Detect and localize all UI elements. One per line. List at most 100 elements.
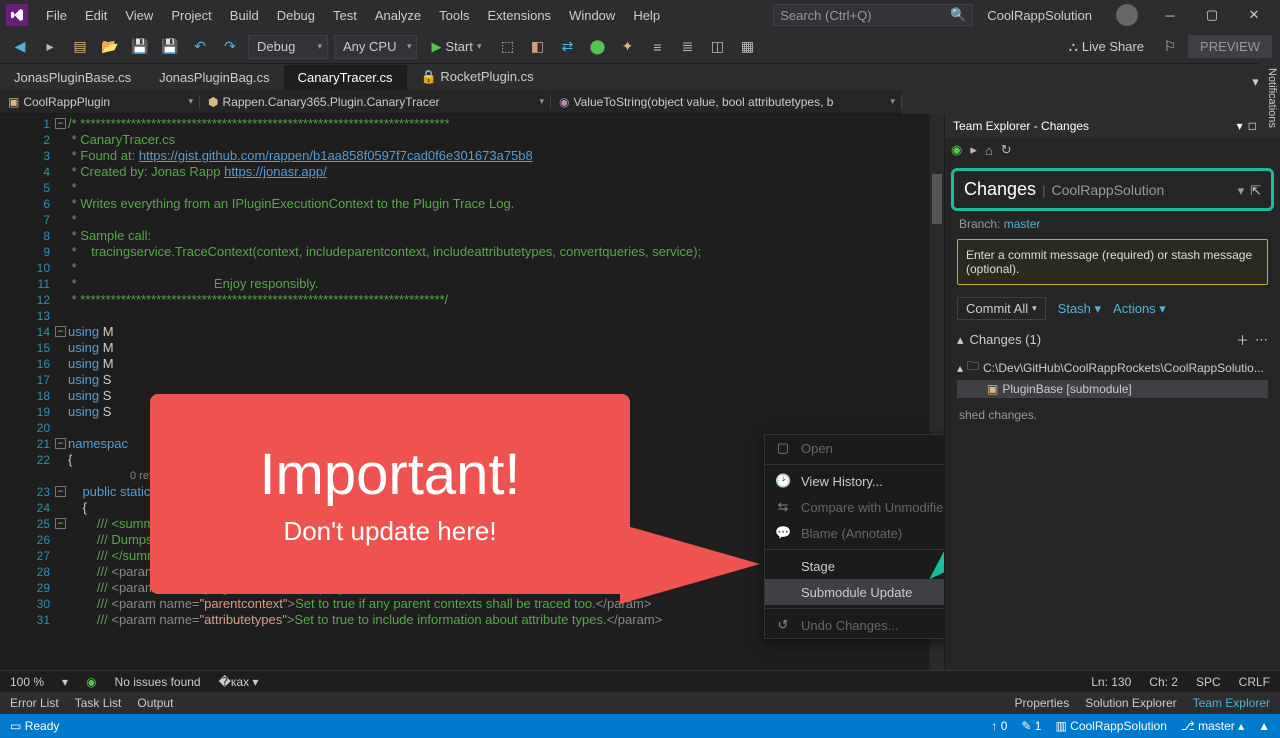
tab-properties[interactable]: Properties <box>1015 696 1070 710</box>
menu-view[interactable]: View <box>117 4 161 27</box>
stage-all-icon[interactable]: ＋ <box>1236 330 1249 349</box>
editor-status-bar: 100 %▾ ◉No issues found �ках ▾ Ln: 130 C… <box>0 670 1280 692</box>
tab-jonaspluginbase[interactable]: JonasPluginBase.cs <box>0 65 145 90</box>
open-icon: ▢ <box>775 440 791 456</box>
pin-icon[interactable]: ▾ <box>1237 119 1243 133</box>
nav-project[interactable]: ▣CoolRappPlugin <box>0 95 200 109</box>
search-input[interactable]: Search (Ctrl+Q)🔍 <box>773 4 973 26</box>
window-icon[interactable]: □ <box>1249 119 1256 133</box>
platform-dropdown[interactable]: Any CPU <box>334 35 417 59</box>
changes-header[interactable]: Changes|CoolRappSolution ▾ ⇱ <box>951 168 1274 211</box>
solution-name: CoolRappSolution <box>987 8 1092 23</box>
tab-output[interactable]: Output <box>137 696 173 710</box>
back-icon[interactable]: ◉ <box>951 142 962 158</box>
menu-edit[interactable]: Edit <box>77 4 115 27</box>
ctx-open: ▢Open <box>765 435 944 461</box>
undo-changes-icon: ↺ <box>775 617 791 633</box>
module-icon: ▣ <box>987 382 998 396</box>
actions-link[interactable]: Actions ▾ <box>1113 301 1166 317</box>
feedback-icon[interactable]: ⚐ <box>1158 35 1182 59</box>
add-count[interactable]: ↑ 0 <box>991 719 1007 733</box>
tab-error-list[interactable]: Error List <box>10 696 59 710</box>
code-editor[interactable]: 1−/* ***********************************… <box>0 114 944 670</box>
new-project-icon[interactable]: ▤ <box>68 35 92 59</box>
start-button[interactable]: ▶Start▾ <box>423 35 489 59</box>
live-share-button[interactable]: ⛬Live Share <box>1061 39 1152 55</box>
ctx-stage[interactable]: Stage <box>765 553 944 579</box>
ctx-undo: ↺Undo Changes... <box>765 612 944 638</box>
nav-back-icon[interactable]: ◀ <box>8 35 32 59</box>
stash-link[interactable]: Stash ▾ <box>1058 301 1101 317</box>
history-icon: 🕑 <box>775 473 791 489</box>
menu-build[interactable]: Build <box>222 4 267 27</box>
menu-file[interactable]: File <box>38 4 75 27</box>
popout-icon[interactable]: ⇱ <box>1250 183 1261 199</box>
maximize-button[interactable]: ▢ <box>1192 1 1232 29</box>
commit-all-button[interactable]: Commit All▾ <box>957 297 1046 320</box>
nav-class[interactable]: ⬢Rappen.Canary365.Plugin.CanaryTracer <box>200 95 551 109</box>
search-icon: 🔍 <box>950 7 966 23</box>
undo-icon[interactable]: ↶ <box>188 35 212 59</box>
tb-icon-1[interactable]: ⬚ <box>495 35 519 59</box>
tab-rocketplugin[interactable]: 🔒 RocketPlugin.cs <box>407 64 548 90</box>
tab-team-explorer[interactable]: Team Explorer <box>1193 696 1270 710</box>
menu-test[interactable]: Test <box>325 4 365 27</box>
save-all-icon[interactable]: 💾 <box>158 35 182 59</box>
menu-help[interactable]: Help <box>625 4 668 27</box>
branch-link[interactable]: master <box>1004 217 1041 231</box>
menu-bar: File Edit View Project Build Debug Test … <box>0 0 1280 30</box>
tb-icon-8[interactable]: ◫ <box>705 35 729 59</box>
menu-tools[interactable]: Tools <box>431 4 477 27</box>
menu-debug[interactable]: Debug <box>269 4 323 27</box>
tree-root[interactable]: ▴🗀C:\Dev\GitHub\CoolRappRockets\CoolRapp… <box>957 355 1268 380</box>
line-col: Ln: 130 <box>1091 675 1131 689</box>
close-button[interactable]: ✕ <box>1234 1 1274 29</box>
collapse-icon: ▴ <box>957 332 964 348</box>
save-icon[interactable]: 💾 <box>128 35 152 59</box>
menu-analyze[interactable]: Analyze <box>367 4 429 27</box>
fwd-icon[interactable]: ▸ <box>970 142 977 158</box>
tb-icon-5[interactable]: ✦ <box>615 35 639 59</box>
minimize-button[interactable]: ─ <box>1150 1 1190 29</box>
menu-extensions[interactable]: Extensions <box>479 4 559 27</box>
commit-message-input[interactable]: Enter a commit message (required) or sta… <box>957 239 1268 285</box>
preview-button[interactable]: PREVIEW <box>1188 35 1272 58</box>
redo-icon[interactable]: ↷ <box>218 35 242 59</box>
tb-icon-2[interactable]: ◧ <box>525 35 549 59</box>
stash-note: shed changes. <box>945 398 1280 432</box>
tb-icon-9[interactable]: ▦ <box>735 35 759 59</box>
open-file-icon[interactable]: 📂 <box>98 35 122 59</box>
refresh-icon[interactable]: ↻ <box>1001 142 1012 158</box>
tb-icon-3[interactable]: ⇄ <box>555 35 579 59</box>
more-icon[interactable]: ⋯ <box>1255 332 1268 348</box>
tab-task-list[interactable]: Task List <box>75 696 122 710</box>
repo-name[interactable]: ▥ CoolRappSolution <box>1055 719 1166 733</box>
avatar[interactable] <box>1116 4 1138 26</box>
ctx-submodule-update[interactable]: Submodule Update <box>765 579 944 605</box>
menu-window[interactable]: Window <box>561 4 623 27</box>
tree-submodule[interactable]: ▣PluginBase [submodule] <box>957 380 1268 398</box>
ctx-history[interactable]: 🕑View History... <box>765 468 944 494</box>
branch-name[interactable]: ⎇ master ▴ <box>1181 719 1244 733</box>
blame-icon: 💬 <box>775 525 791 541</box>
home-icon[interactable]: ⌂ <box>985 143 993 158</box>
notification-bell-icon[interactable]: ▲ <box>1258 719 1270 733</box>
nav-method[interactable]: ◉ValueToString(object value, bool attrib… <box>551 95 902 109</box>
zoom-level[interactable]: 100 % <box>10 675 44 689</box>
annotation-arrow <box>620 524 760 604</box>
tab-canarytracer[interactable]: CanaryTracer.cs <box>284 65 407 90</box>
tb-icon-7[interactable]: ≣ <box>675 35 699 59</box>
issues-label[interactable]: No issues found <box>115 675 201 689</box>
tab-jonaspluginbag[interactable]: JonasPluginBag.cs <box>145 65 284 90</box>
tb-icon-4[interactable]: ⬤ <box>585 35 609 59</box>
share-icon: ⛬ <box>1069 39 1078 55</box>
changes-section-header[interactable]: ▴Changes (1) ＋⋯ <box>945 324 1280 355</box>
tab-solution-explorer[interactable]: Solution Explorer <box>1085 696 1176 710</box>
tb-icon-6[interactable]: ≡ <box>645 35 669 59</box>
chevron-down-icon[interactable]: ▾ <box>1238 183 1245 199</box>
config-dropdown[interactable]: Debug <box>248 35 328 59</box>
nav-fwd-icon[interactable]: ▸ <box>38 35 62 59</box>
edit-count[interactable]: ✎ 1 <box>1021 719 1041 733</box>
menu-project[interactable]: Project <box>163 4 219 27</box>
notifications-tab[interactable]: Notifications <box>1258 62 1280 134</box>
